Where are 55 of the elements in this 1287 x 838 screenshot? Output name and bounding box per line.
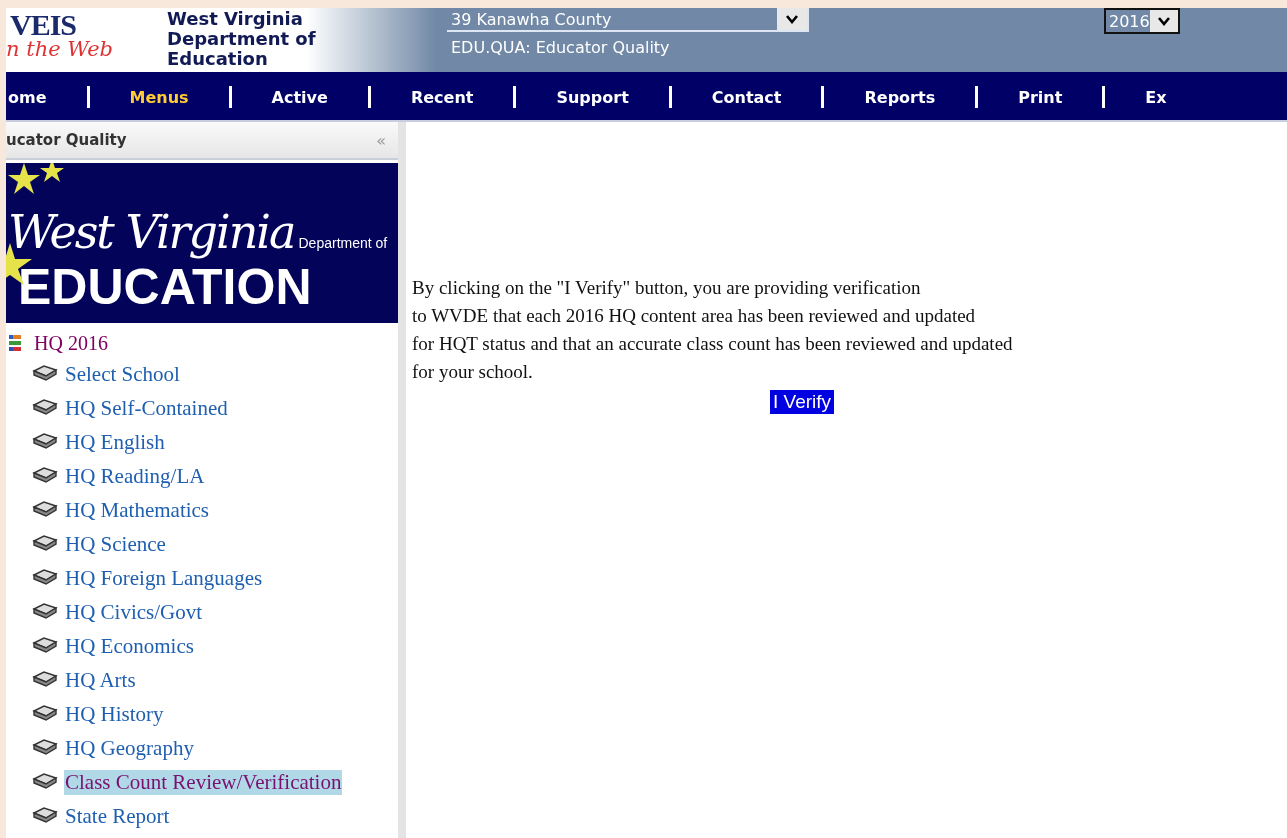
tree-item[interactable]: Select School: [64, 361, 181, 387]
tree-item[interactable]: HQ Geography: [64, 735, 195, 761]
department-name: Education: [167, 49, 268, 69]
tree-item[interactable]: HQ Science: [64, 531, 167, 557]
tree-item[interactable]: State Report: [64, 803, 171, 829]
department-name: Department of: [167, 29, 317, 49]
tree-item[interactable]: HQ History: [64, 701, 165, 727]
book-icon: [32, 501, 58, 519]
tree-item[interactable]: Class Count Review/Verification: [64, 769, 343, 795]
tree-item[interactable]: HQ Economics: [64, 633, 195, 659]
nav-link[interactable]: Contact: [711, 87, 782, 107]
chevron-down-icon: [786, 14, 798, 24]
tree-item[interactable]: HQ Civics/Govt: [64, 599, 204, 625]
tree-item[interactable]: HQ English: [64, 429, 166, 455]
book-icon: [32, 467, 58, 485]
book-icon: [32, 365, 58, 383]
book-icon: [32, 433, 58, 451]
book-icon: [32, 569, 58, 587]
book-icon: [32, 705, 58, 723]
verification-message: By clicking on the "I Verify" button, you are providing verification to WVDE that each 2016 HQ content area has been reviewed and updated for HQT status and that an accurate class count has been reviewed and updated for your school.: [412, 276, 1014, 384]
book-icon: [32, 807, 58, 825]
tree-item[interactable]: HQ Mathematics: [64, 497, 211, 523]
nav-link[interactable]: Active: [271, 87, 328, 107]
book-icon: [32, 773, 58, 791]
panel-title: ucator Quality: [6, 131, 127, 149]
tree-item[interactable]: HQ Arts: [64, 667, 137, 693]
nav-link[interactable]: Reports: [864, 87, 936, 107]
tree-item[interactable]: HQ 2016: [34, 331, 108, 355]
bookshelf-icon: [8, 334, 22, 352]
logo-small-text: Department of: [298, 235, 388, 251]
logo-big-text: EDUCATION: [18, 259, 313, 317]
tree-item[interactable]: HQ Reading/LA: [64, 463, 206, 489]
nav-link[interactable]: Recent: [410, 87, 474, 107]
chevron-down-icon: [1157, 16, 1170, 26]
nav-link[interactable]: Menus: [129, 87, 189, 107]
nav-link[interactable]: Ex: [1145, 87, 1167, 107]
department-name: West Virginia: [167, 9, 304, 29]
tree-item[interactable]: HQ Foreign Languages: [64, 565, 264, 591]
year-select[interactable]: 2016: [1104, 8, 1180, 34]
nav-link[interactable]: ome: [8, 87, 47, 107]
logo-subtitle: n the Web: [6, 38, 113, 60]
book-icon: [32, 671, 58, 689]
district-select[interactable]: 39 Kanawha County: [447, 8, 809, 32]
logo-script-text: West Virginia: [8, 207, 295, 257]
module-title: EDU.QUA: Educator Quality: [451, 38, 671, 57]
book-icon: [32, 603, 58, 621]
book-icon: [32, 399, 58, 417]
book-icon: [32, 739, 58, 757]
nav-link[interactable]: Support: [556, 87, 629, 107]
verify-button[interactable]: I Verify: [769, 390, 835, 414]
tree-item[interactable]: HQ Self-Contained: [64, 395, 229, 421]
book-icon: [32, 637, 58, 655]
book-icon: [32, 535, 58, 553]
logo-title: VEIS: [10, 10, 77, 40]
nav-link[interactable]: Print: [1018, 87, 1063, 107]
